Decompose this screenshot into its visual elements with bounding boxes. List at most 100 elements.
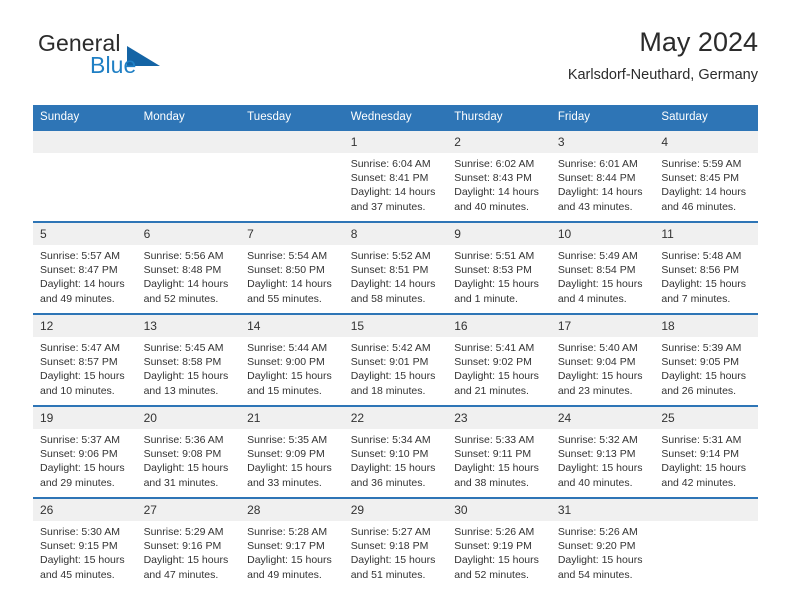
- calendar-day-cell[interactable]: 10 Sunrise: 5:49 AM Sunset: 8:54 PM Dayligh…: [550, 221, 655, 314]
- daylight-duration-line-2: and 36 minutes.: [350, 476, 426, 489]
- calendar-day-cell[interactable]: 30 Sunrise: 5:26 AM Sunset: 9:19 PM Dayligh…: [447, 497, 551, 589]
- daylight-duration-line-2: and 21 minutes.: [454, 384, 529, 397]
- sunrise-time: Sunrise: 5:26 AM: [557, 526, 638, 538]
- calendar-day-cell[interactable]: 2 Sunrise: 6:02 AM Sunset: 8:43 PM Daylight…: [447, 129, 551, 222]
- sunset-time: Sunset: 8:58 PM: [143, 356, 222, 369]
- day-details: Sunrise: 5:34 AM Sunset: 9:10 PM Daylight:…: [344, 429, 448, 490]
- calendar-day-cell[interactable]: 14 Sunrise: 5:44 AM Sunset: 9:00 PM Dayligh…: [240, 313, 344, 406]
- calendar-day-cell[interactable]: 18 Sunrise: 5:39 AM Sunset: 9:05 PM Dayligh…: [654, 313, 758, 406]
- day-number: 19: [33, 407, 137, 429]
- sunset-time: Sunset: 8:56 PM: [661, 264, 740, 277]
- daylight-duration-line-1: Daylight: 15 hours: [143, 370, 229, 383]
- daylight-duration-line-1: Daylight: 14 hours: [661, 186, 747, 199]
- day-number: 3: [550, 131, 655, 153]
- day-details: Sunrise: 5:52 AM Sunset: 8:51 PM Daylight:…: [344, 245, 448, 306]
- calendar-day-cell[interactable]: 24 Sunrise: 5:32 AM Sunset: 9:13 PM Dayligh…: [550, 405, 655, 498]
- sunrise-time: Sunrise: 6:01 AM: [557, 158, 638, 170]
- sunset-time: Sunset: 9:16 PM: [143, 540, 222, 553]
- calendar-day-cell[interactable]: 22 Sunrise: 5:34 AM Sunset: 9:10 PM Dayligh…: [343, 405, 448, 498]
- day-number: 10: [550, 223, 655, 245]
- sunset-time: Sunset: 8:47 PM: [40, 264, 118, 277]
- calendar-day-cell[interactable]: 15 Sunrise: 5:42 AM Sunset: 9:01 PM Dayligh…: [343, 313, 448, 406]
- daylight-duration-line-2: and 7 minutes.: [661, 292, 731, 305]
- daylight-duration-line-1: Daylight: 15 hours: [557, 370, 643, 383]
- day-details: Sunrise: 5:44 AM Sunset: 9:00 PM Daylight:…: [240, 337, 344, 398]
- calendar-day-cell[interactable]: 25 Sunrise: 5:31 AM Sunset: 9:14 PM Dayligh…: [654, 405, 758, 498]
- calendar-day-cell[interactable]: 6 Sunrise: 5:56 AM Sunset: 8:48 PM Daylight…: [136, 221, 241, 314]
- day-number: 7: [240, 223, 344, 245]
- calendar-day-cell[interactable]: 20 Sunrise: 5:36 AM Sunset: 9:08 PM Dayligh…: [136, 405, 241, 498]
- calendar-day-cell[interactable]: 26 Sunrise: 5:30 AM Sunset: 9:15 PM Dayligh…: [33, 497, 137, 589]
- day-details: Sunrise: 5:41 AM Sunset: 9:02 PM Daylight:…: [447, 337, 551, 398]
- day-details: Sunrise: 5:35 AM Sunset: 9:09 PM Daylight:…: [240, 429, 344, 490]
- day-number: 30: [447, 499, 551, 521]
- sunset-time: Sunset: 8:43 PM: [454, 172, 532, 185]
- daylight-duration-line-2: and 40 minutes.: [557, 476, 633, 489]
- daylight-duration-line-2: and 49 minutes.: [40, 292, 115, 305]
- calendar-day-cell[interactable]: 11 Sunrise: 5:48 AM Sunset: 8:56 PM Dayligh…: [654, 221, 758, 314]
- daylight-duration-line-1: Daylight: 15 hours: [247, 554, 332, 567]
- calendar-day-cell[interactable]: 1 Sunrise: 6:04 AM Sunset: 8:41 PM Daylight…: [343, 129, 448, 222]
- sunset-time: Sunset: 9:13 PM: [557, 448, 636, 461]
- calendar-day-cell[interactable]: 28 Sunrise: 5:28 AM Sunset: 9:17 PM Dayligh…: [240, 497, 344, 589]
- daylight-duration-line-2: and 26 minutes.: [661, 384, 737, 397]
- daylight-duration-line-1: Daylight: 15 hours: [143, 554, 229, 567]
- day-number: 24: [550, 407, 655, 429]
- daylight-duration-line-1: Daylight: 15 hours: [557, 462, 643, 475]
- calendar-day-cell[interactable]: 27 Sunrise: 5:29 AM Sunset: 9:16 PM Dayligh…: [136, 497, 241, 589]
- day-number: 23: [447, 407, 551, 429]
- calendar-day-cell[interactable]: 9 Sunrise: 5:51 AM Sunset: 8:53 PM Daylight…: [447, 221, 551, 314]
- daylight-duration-line-1: Daylight: 15 hours: [454, 462, 539, 475]
- calendar-day-cell[interactable]: 19 Sunrise: 5:37 AM Sunset: 9:06 PM Dayligh…: [33, 405, 137, 498]
- daylight-duration-line-1: Daylight: 15 hours: [40, 462, 125, 475]
- calendar-day-cell[interactable]: 23 Sunrise: 5:33 AM Sunset: 9:11 PM Dayligh…: [447, 405, 551, 498]
- daylight-duration-line-1: Daylight: 15 hours: [350, 554, 436, 567]
- daylight-duration-line-2: and 42 minutes.: [661, 476, 737, 489]
- daylight-duration-line-2: and 29 minutes.: [40, 476, 115, 489]
- sunrise-time: Sunrise: 5:27 AM: [350, 526, 431, 538]
- daylight-duration-line-2: and 55 minutes.: [247, 292, 322, 305]
- daylight-duration-line-2: and 43 minutes.: [557, 200, 633, 213]
- daylight-duration-line-2: and 51 minutes.: [350, 568, 426, 581]
- calendar-day-cell[interactable]: 3 Sunrise: 6:01 AM Sunset: 8:44 PM Daylight…: [550, 129, 655, 222]
- calendar-week-row: 5 Sunrise: 5:57 AM Sunset: 8:47 PM Daylight…: [33, 221, 758, 314]
- daylight-duration-line-2: and 52 minutes.: [143, 292, 219, 305]
- calendar-day-cell[interactable]: 4 Sunrise: 5:59 AM Sunset: 8:45 PM Daylight…: [654, 129, 758, 222]
- day-number: [136, 131, 241, 153]
- calendar-day-cell[interactable]: 17 Sunrise: 5:40 AM Sunset: 9:04 PM Dayligh…: [550, 313, 655, 406]
- day-details: Sunrise: 5:56 AM Sunset: 8:48 PM Daylight:…: [137, 245, 241, 306]
- calendar-day-cell[interactable]: 16 Sunrise: 5:41 AM Sunset: 9:02 PM Dayligh…: [447, 313, 551, 406]
- sunset-time: Sunset: 9:20 PM: [557, 540, 636, 553]
- daylight-duration-line-1: Daylight: 15 hours: [40, 554, 125, 567]
- day-number: 21: [240, 407, 344, 429]
- calendar-day-cell[interactable]: 31 Sunrise: 5:26 AM Sunset: 9:20 PM Dayligh…: [550, 497, 655, 589]
- general-blue-logo[interactable]: General Blue: [33, 30, 223, 88]
- calendar-day-cell[interactable]: 13 Sunrise: 5:45 AM Sunset: 8:58 PM Dayligh…: [136, 313, 241, 406]
- daylight-duration-line-1: Daylight: 15 hours: [247, 462, 332, 475]
- weekday-header-sunday: Sunday: [33, 105, 137, 130]
- calendar-day-cell[interactable]: 29 Sunrise: 5:27 AM Sunset: 9:18 PM Dayligh…: [343, 497, 448, 589]
- sunrise-time: Sunrise: 5:32 AM: [557, 434, 638, 446]
- day-details: Sunrise: 6:02 AM Sunset: 8:43 PM Daylight:…: [447, 153, 551, 214]
- day-number: 29: [343, 499, 448, 521]
- calendar-day-cell[interactable]: 12 Sunrise: 5:47 AM Sunset: 8:57 PM Dayligh…: [33, 313, 137, 406]
- weekday-header-tuesday: Tuesday: [240, 105, 344, 130]
- daylight-duration-line-2: and 58 minutes.: [350, 292, 426, 305]
- day-number: 28: [240, 499, 344, 521]
- daylight-duration-line-2: and 10 minutes.: [40, 384, 115, 397]
- calendar-day-cell-empty: [136, 129, 241, 222]
- daylight-duration-line-2: and 23 minutes.: [557, 384, 633, 397]
- day-details: Sunrise: 6:01 AM Sunset: 8:44 PM Daylight:…: [551, 153, 655, 214]
- sunset-time: Sunset: 8:50 PM: [247, 264, 325, 277]
- sunrise-time: Sunrise: 5:51 AM: [454, 250, 535, 262]
- daylight-duration-line-2: and 52 minutes.: [454, 568, 529, 581]
- calendar-day-cell[interactable]: 7 Sunrise: 5:54 AM Sunset: 8:50 PM Daylight…: [240, 221, 344, 314]
- logo-text-blue: Blue: [90, 52, 137, 78]
- daylight-duration-line-2: and 1 minute.: [454, 292, 518, 305]
- calendar-day-cell[interactable]: 21 Sunrise: 5:35 AM Sunset: 9:09 PM Dayligh…: [240, 405, 344, 498]
- day-number: [33, 131, 137, 153]
- calendar-day-cell[interactable]: 8 Sunrise: 5:52 AM Sunset: 8:51 PM Daylight…: [343, 221, 448, 314]
- day-details: Sunrise: 5:33 AM Sunset: 9:11 PM Daylight:…: [447, 429, 551, 490]
- day-details: Sunrise: 5:27 AM Sunset: 9:18 PM Daylight:…: [344, 521, 448, 582]
- calendar-day-cell[interactable]: 5 Sunrise: 5:57 AM Sunset: 8:47 PM Daylight…: [33, 221, 137, 314]
